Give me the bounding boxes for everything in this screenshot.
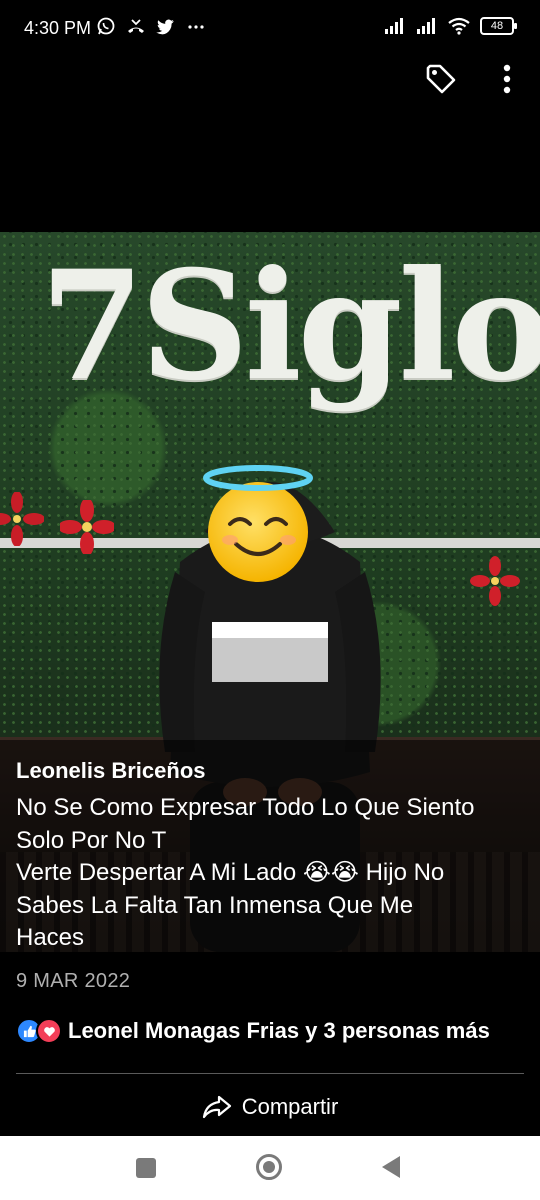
signal-icon <box>385 18 403 34</box>
red-flower <box>0 492 44 546</box>
red-flower <box>60 500 114 554</box>
whatsapp-icon <box>97 17 115 35</box>
post-date: 9 MAR 2022 <box>16 970 131 992</box>
system-icons: 48 <box>384 16 517 36</box>
battery-level: 48 <box>490 20 504 32</box>
home-icon[interactable] <box>256 1154 282 1180</box>
signal-icon <box>417 18 435 34</box>
share-icon <box>202 1095 231 1119</box>
battery-icon: 48 <box>480 17 517 35</box>
recent-apps-icon[interactable] <box>136 1158 156 1178</box>
post-author[interactable]: Leonelis Briceños <box>16 758 206 784</box>
share-button[interactable]: Compartir <box>0 1085 540 1129</box>
red-flower <box>470 556 520 606</box>
love-icon <box>36 1018 62 1044</box>
twitter-icon <box>156 19 174 35</box>
message-line: Sabes La Falta Tan Inmensa Que Me <box>16 891 414 919</box>
message-line: Verte Despertar A Mi Lado 😭😭 Hijo No <box>16 859 445 886</box>
message-line: Haces <box>16 924 85 951</box>
status-bar: 4:30 PM 48 <box>0 0 540 58</box>
back-icon[interactable] <box>382 1156 400 1178</box>
divider <box>16 1073 524 1074</box>
more-vertical-icon[interactable] <box>492 58 522 100</box>
message-line: No Se Como Expresar Todo Lo Que Siento <box>16 794 475 821</box>
tag-icon[interactable] <box>420 58 462 100</box>
system-navigation-bar <box>0 1136 540 1200</box>
post-message: No Se Como Expresar Todo Lo Que Siento S… <box>16 792 526 955</box>
missed-call-icon <box>128 19 144 33</box>
status-time: 4:30 PM <box>24 18 92 38</box>
notification-icons <box>96 16 206 36</box>
more-notifications-icon <box>188 25 204 29</box>
sign-text: 7Siglo <box>40 238 540 414</box>
wifi-icon <box>448 17 470 35</box>
share-label: Compartir <box>241 1094 339 1119</box>
reactions-names: Leonel Monagas Frias y 3 personas más <box>68 1018 490 1043</box>
reactions-summary[interactable]: Leonel Monagas Frias y 3 personas más <box>16 1018 490 1044</box>
message-line: Solo Por No T <box>16 826 167 854</box>
smiling-face-with-halo-sticker <box>203 465 313 582</box>
